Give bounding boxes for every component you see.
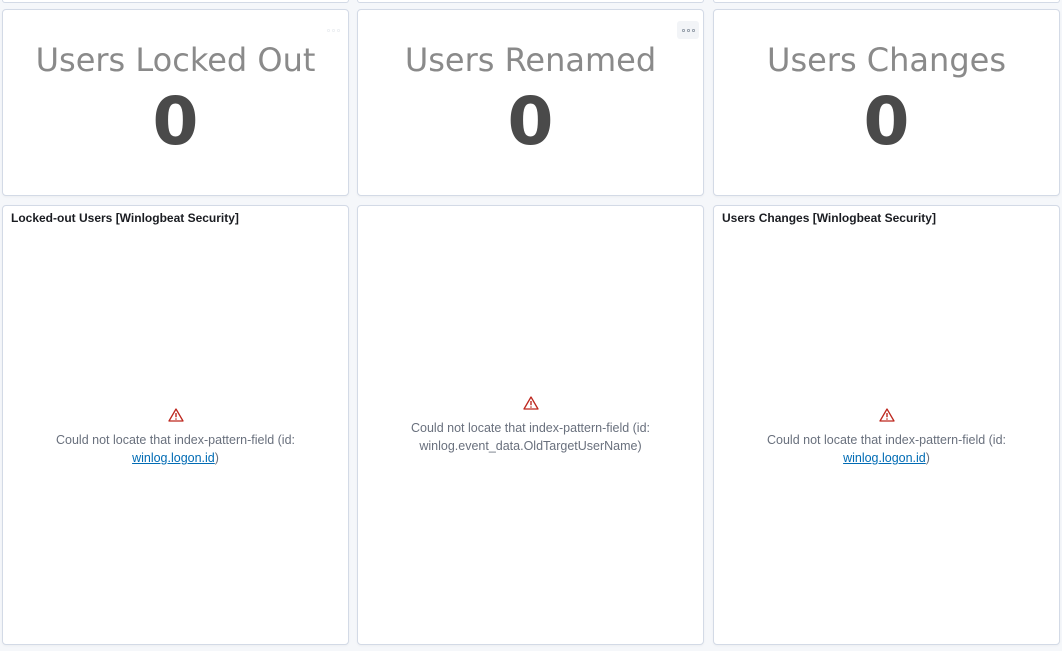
metric-value: 0 xyxy=(152,83,199,160)
panel-title: Users Changes [Winlogbeat Security] xyxy=(722,211,936,225)
error-field-line: winlog.event_data.OldTargetUserName) xyxy=(358,437,703,455)
dashboard-grid: Users Locked Out 0 Users Renamed 0 Users… xyxy=(0,0,1062,651)
metric: Users Renamed 0 xyxy=(358,10,703,195)
visualization-panel-renamed-users: Could not locate that index-pattern-fiel… xyxy=(357,205,704,645)
visualization-error: Could not locate that index-pattern-fiel… xyxy=(3,408,348,467)
metric-panel-users-renamed: Users Renamed 0 xyxy=(357,9,704,196)
panel-above-fragment xyxy=(2,0,349,3)
visualization-panel-users-changes: Users Changes [Winlogbeat Security] Coul… xyxy=(713,205,1060,645)
metric-label: Users Changes xyxy=(767,41,1006,79)
warning-icon xyxy=(522,396,539,410)
error-field-text: winlog.event_data.OldTargetUserName) xyxy=(419,439,642,453)
warning-icon xyxy=(878,408,895,422)
panel-above-fragment xyxy=(357,0,704,3)
visualization-panel-locked-out-users: Locked-out Users [Winlogbeat Security] C… xyxy=(2,205,349,645)
error-field-line: winlog.logon.id) xyxy=(714,449,1059,467)
metric: Users Locked Out 0 xyxy=(3,10,348,195)
error-suffix: ) xyxy=(214,451,219,465)
metric-label: Users Locked Out xyxy=(35,41,316,79)
metric-value: 0 xyxy=(863,83,910,160)
error-suffix: ) xyxy=(925,451,930,465)
metric-panel-users-changes: Users Changes 0 xyxy=(713,9,1060,196)
error-message: Could not locate that index-pattern-fiel… xyxy=(55,433,296,447)
metric-label: Users Renamed xyxy=(404,41,657,79)
error-message: Could not locate that index-pattern-fiel… xyxy=(766,433,1007,447)
visualization-error: Could not locate that index-pattern-fiel… xyxy=(358,396,703,455)
metric: Users Changes 0 xyxy=(714,10,1059,195)
metric-panel-users-locked-out: Users Locked Out 0 xyxy=(2,9,349,196)
warning-icon xyxy=(167,408,184,422)
error-message: Could not locate that index-pattern-fiel… xyxy=(410,421,651,435)
metric-value: 0 xyxy=(507,83,554,160)
error-field-link[interactable]: winlog.logon.id xyxy=(843,451,926,465)
panel-above-fragment xyxy=(713,0,1060,3)
panel-title: Locked-out Users [Winlogbeat Security] xyxy=(11,211,239,225)
error-field-link[interactable]: winlog.logon.id xyxy=(132,451,215,465)
error-field-line: winlog.logon.id) xyxy=(3,449,348,467)
visualization-error: Could not locate that index-pattern-fiel… xyxy=(714,408,1059,467)
